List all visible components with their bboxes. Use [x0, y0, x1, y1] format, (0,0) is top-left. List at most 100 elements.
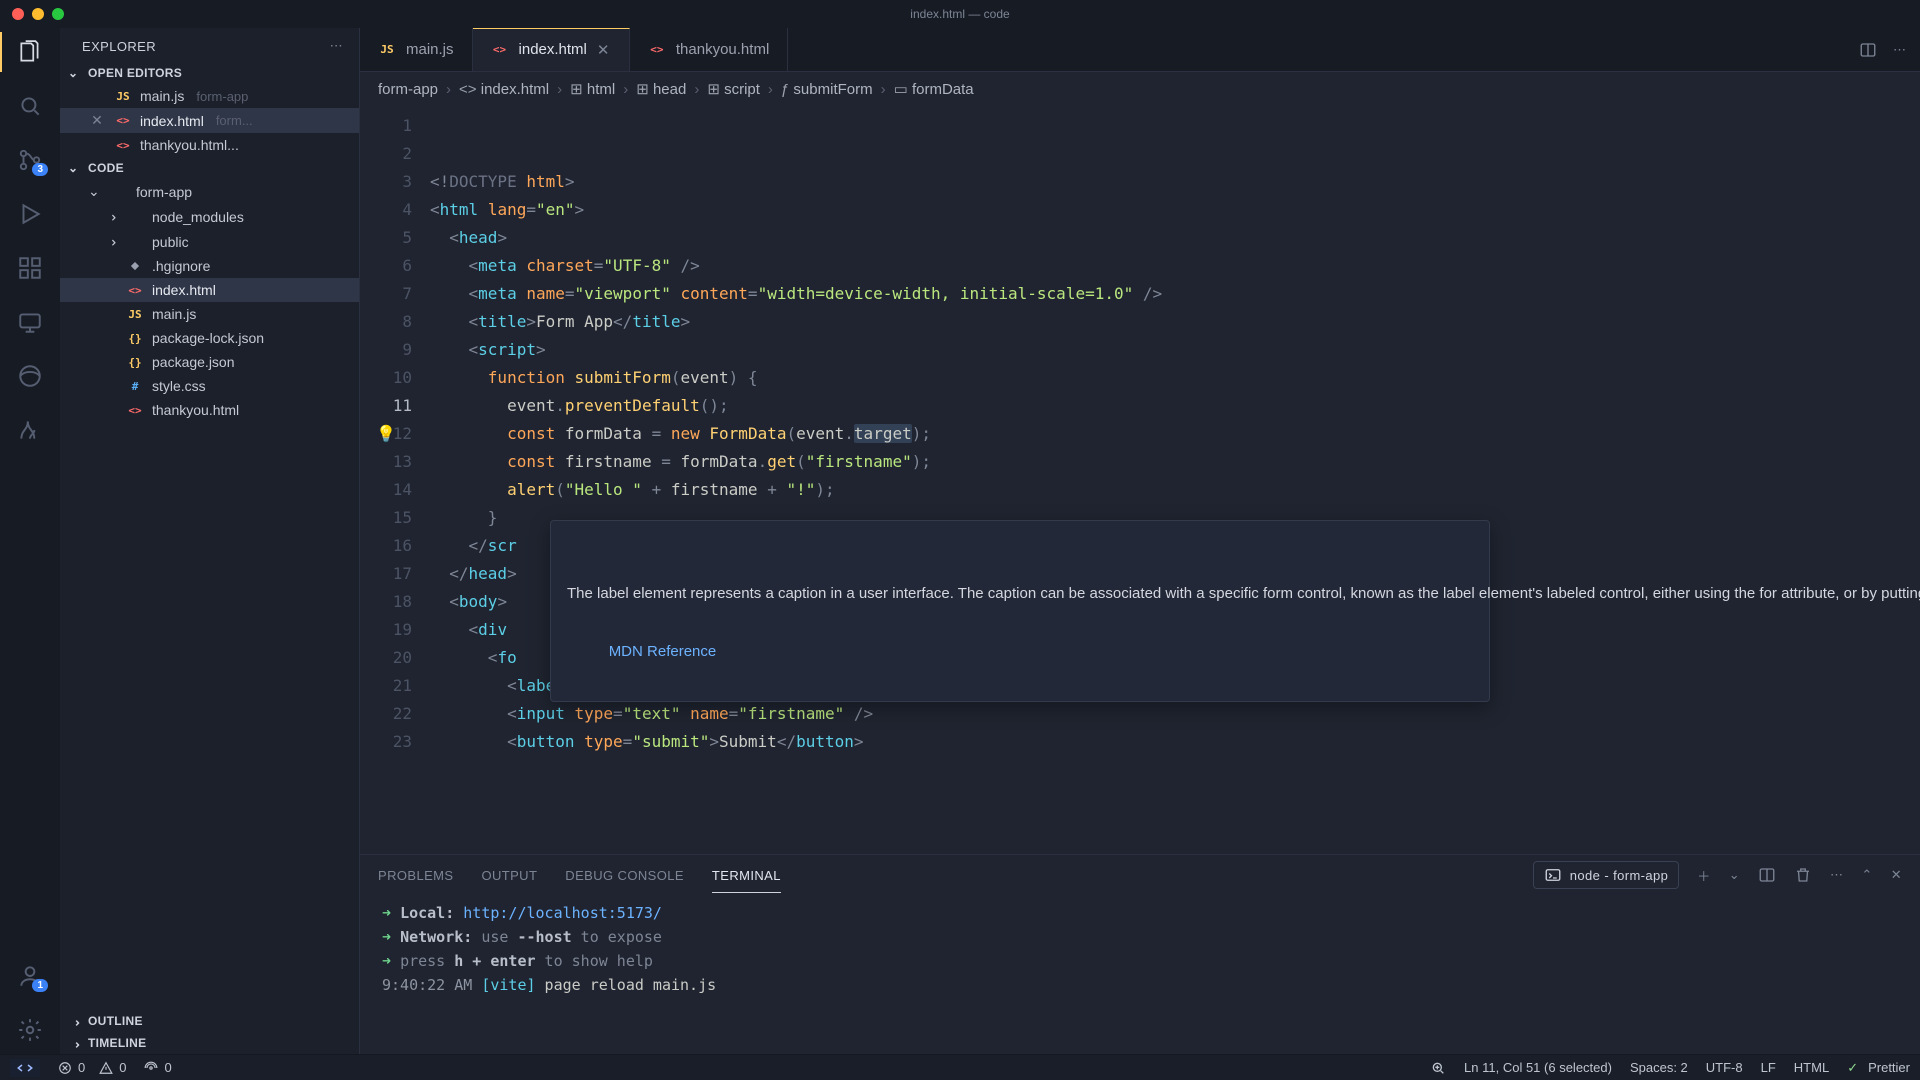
- tree-item[interactable]: <>index.html: [60, 278, 359, 302]
- tree-item[interactable]: {}package-lock.json: [60, 326, 359, 350]
- status-ports[interactable]: 0: [144, 1060, 171, 1075]
- window-controls: [0, 8, 64, 20]
- file-icon: <>: [491, 43, 509, 56]
- new-terminal-icon[interactable]: ＋: [1697, 866, 1710, 885]
- status-zoom[interactable]: [1430, 1060, 1446, 1076]
- file-name: public: [152, 234, 189, 250]
- status-language[interactable]: HTML: [1794, 1060, 1829, 1075]
- tree-item[interactable]: JSmain.js: [60, 302, 359, 326]
- status-indent[interactable]: Spaces: 2: [1630, 1060, 1688, 1075]
- status-errors[interactable]: 0 0: [58, 1060, 126, 1075]
- breadcrumb-item[interactable]: ⊞ html: [570, 80, 615, 98]
- open-editors-header[interactable]: ⌄ OPEN EDITORS: [60, 62, 359, 84]
- more-icon[interactable]: ⋯: [1830, 867, 1843, 883]
- file-tree: ⌄form-app⌄node_modules⌄public⬥.hgignore<…: [60, 179, 359, 422]
- tab-debug-console[interactable]: DEBUG CONSOLE: [565, 868, 684, 883]
- tab-label: main.js: [406, 41, 454, 58]
- main: 3 1: [0, 28, 1920, 1054]
- close-panel-icon[interactable]: ✕: [1891, 867, 1902, 883]
- scm-badge: 3: [32, 163, 48, 176]
- breadcrumb-item[interactable]: ▭ formData: [894, 80, 974, 98]
- file-icon: <>: [648, 43, 666, 56]
- breadcrumb-item[interactable]: ⊞ script: [707, 80, 760, 98]
- tab-label: thankyou.html: [676, 41, 769, 58]
- status-eol[interactable]: LF: [1761, 1060, 1776, 1075]
- file-name: thankyou.html...: [140, 137, 239, 153]
- close-window-icon[interactable]: [12, 8, 24, 20]
- breadcrumb-icon: <>: [459, 81, 477, 98]
- maximize-window-icon[interactable]: [52, 8, 64, 20]
- breadcrumb-item[interactable]: ⊞ head: [636, 80, 686, 98]
- tab-terminal[interactable]: TERMINAL: [712, 868, 781, 893]
- tab-output[interactable]: OUTPUT: [481, 868, 537, 883]
- accounts-icon[interactable]: 1: [16, 962, 44, 990]
- file-name: .hgignore: [152, 258, 210, 274]
- tree-item[interactable]: ⬥.hgignore: [60, 254, 359, 278]
- edge-tools-icon[interactable]: [16, 362, 44, 390]
- settings-gear-icon[interactable]: [16, 1016, 44, 1044]
- split-editor-icon[interactable]: [1859, 41, 1877, 59]
- close-icon[interactable]: ✕: [88, 112, 106, 129]
- file-icon: JS: [126, 308, 144, 321]
- outline-header[interactable]: ⌄ OUTLINE: [60, 1010, 359, 1032]
- terminal-selector[interactable]: node - form-app: [1533, 861, 1680, 889]
- file-icon: <>: [114, 139, 132, 152]
- close-icon[interactable]: ✕: [597, 41, 611, 59]
- breadcrumbs[interactable]: form-app›<> index.html›⊞ html›⊞ head›⊞ s…: [360, 72, 1920, 106]
- open-editor-item[interactable]: <> thankyou.html...: [60, 133, 359, 157]
- file-name: style.css: [152, 378, 206, 394]
- timeline-header[interactable]: ⌄ TIMELINE: [60, 1032, 359, 1054]
- remote-indicator[interactable]: [10, 1059, 40, 1077]
- tree-item[interactable]: ⌄node_modules: [60, 204, 359, 229]
- titlebar: index.html — code: [0, 0, 1920, 28]
- open-editor-item[interactable]: ✕ <> index.html form...: [60, 108, 359, 133]
- more-icon[interactable]: ⋯: [1893, 42, 1906, 58]
- editor-tab[interactable]: <> thankyou.html: [630, 28, 788, 71]
- explorer-icon[interactable]: [16, 38, 44, 66]
- minimize-window-icon[interactable]: [32, 8, 44, 20]
- source-control-icon[interactable]: 3: [16, 146, 44, 174]
- tree-item[interactable]: <> thankyou.html: [60, 398, 359, 422]
- code-editor[interactable]: 1234567891011121314151617181920212223 <!…: [360, 106, 1920, 854]
- terminal-dropdown-icon[interactable]: ⌄: [1729, 867, 1740, 883]
- code-content[interactable]: <!DOCTYPE html><html lang="en"> <head> <…: [430, 106, 1920, 854]
- lightbulb-icon[interactable]: 💡: [376, 420, 396, 448]
- sapling-icon[interactable]: [16, 416, 44, 444]
- file-icon: {}: [126, 356, 144, 369]
- hover-tooltip: The label element represents a caption i…: [550, 520, 1490, 702]
- tree-item[interactable]: ⌄ public: [60, 229, 359, 254]
- tree-item[interactable]: {}package.json: [60, 350, 359, 374]
- breadcrumb-item[interactable]: form-app: [378, 81, 438, 98]
- terminal-output[interactable]: ➜ Local: http://localhost:5173/ ➜ Networ…: [360, 895, 1920, 1054]
- status-encoding[interactable]: UTF-8: [1706, 1060, 1743, 1075]
- open-editors-list: JS main.js form-app✕ <> index.html form.…: [60, 84, 359, 157]
- file-name: thankyou.html: [152, 402, 239, 418]
- breadcrumb-item[interactable]: <> index.html: [459, 81, 549, 98]
- status-cursor[interactable]: Ln 11, Col 51 (6 selected): [1464, 1060, 1612, 1075]
- editor-tab[interactable]: <> index.html ✕: [473, 28, 630, 71]
- chevron-right-icon: ⌄: [103, 235, 120, 249]
- status-prettier[interactable]: Prettier: [1847, 1060, 1910, 1076]
- more-icon[interactable]: ⋯: [330, 38, 343, 54]
- tab-label: index.html: [519, 41, 587, 58]
- file-icon: <>: [126, 404, 144, 417]
- breadcrumb-item[interactable]: ƒ submitForm: [781, 81, 873, 98]
- mdn-reference-link[interactable]: MDN Reference: [609, 640, 717, 663]
- open-editor-item[interactable]: JS main.js form-app: [60, 84, 359, 108]
- tab-problems[interactable]: PROBLEMS: [378, 868, 453, 883]
- bottom-panel: PROBLEMS OUTPUT DEBUG CONSOLE TERMINAL n…: [360, 854, 1920, 1054]
- maximize-panel-icon[interactable]: ⌃: [1861, 867, 1872, 883]
- kill-terminal-icon[interactable]: [1794, 866, 1812, 884]
- editor-tab[interactable]: JS main.js: [360, 28, 473, 71]
- panel-tabs: PROBLEMS OUTPUT DEBUG CONSOLE TERMINAL n…: [360, 855, 1920, 895]
- chevron-down-icon: ⌄: [68, 66, 82, 80]
- search-icon[interactable]: [16, 92, 44, 120]
- tree-item[interactable]: ⌄form-app: [60, 179, 359, 204]
- remote-explorer-icon[interactable]: [16, 308, 44, 336]
- status-bar: 0 0 0 Ln 11, Col 51 (6 selected) Spaces:…: [0, 1054, 1920, 1080]
- split-terminal-icon[interactable]: [1758, 866, 1776, 884]
- extensions-icon[interactable]: [16, 254, 44, 282]
- run-debug-icon[interactable]: [16, 200, 44, 228]
- workspace-header[interactable]: ⌄ CODE: [60, 157, 359, 179]
- tree-item[interactable]: #style.css: [60, 374, 359, 398]
